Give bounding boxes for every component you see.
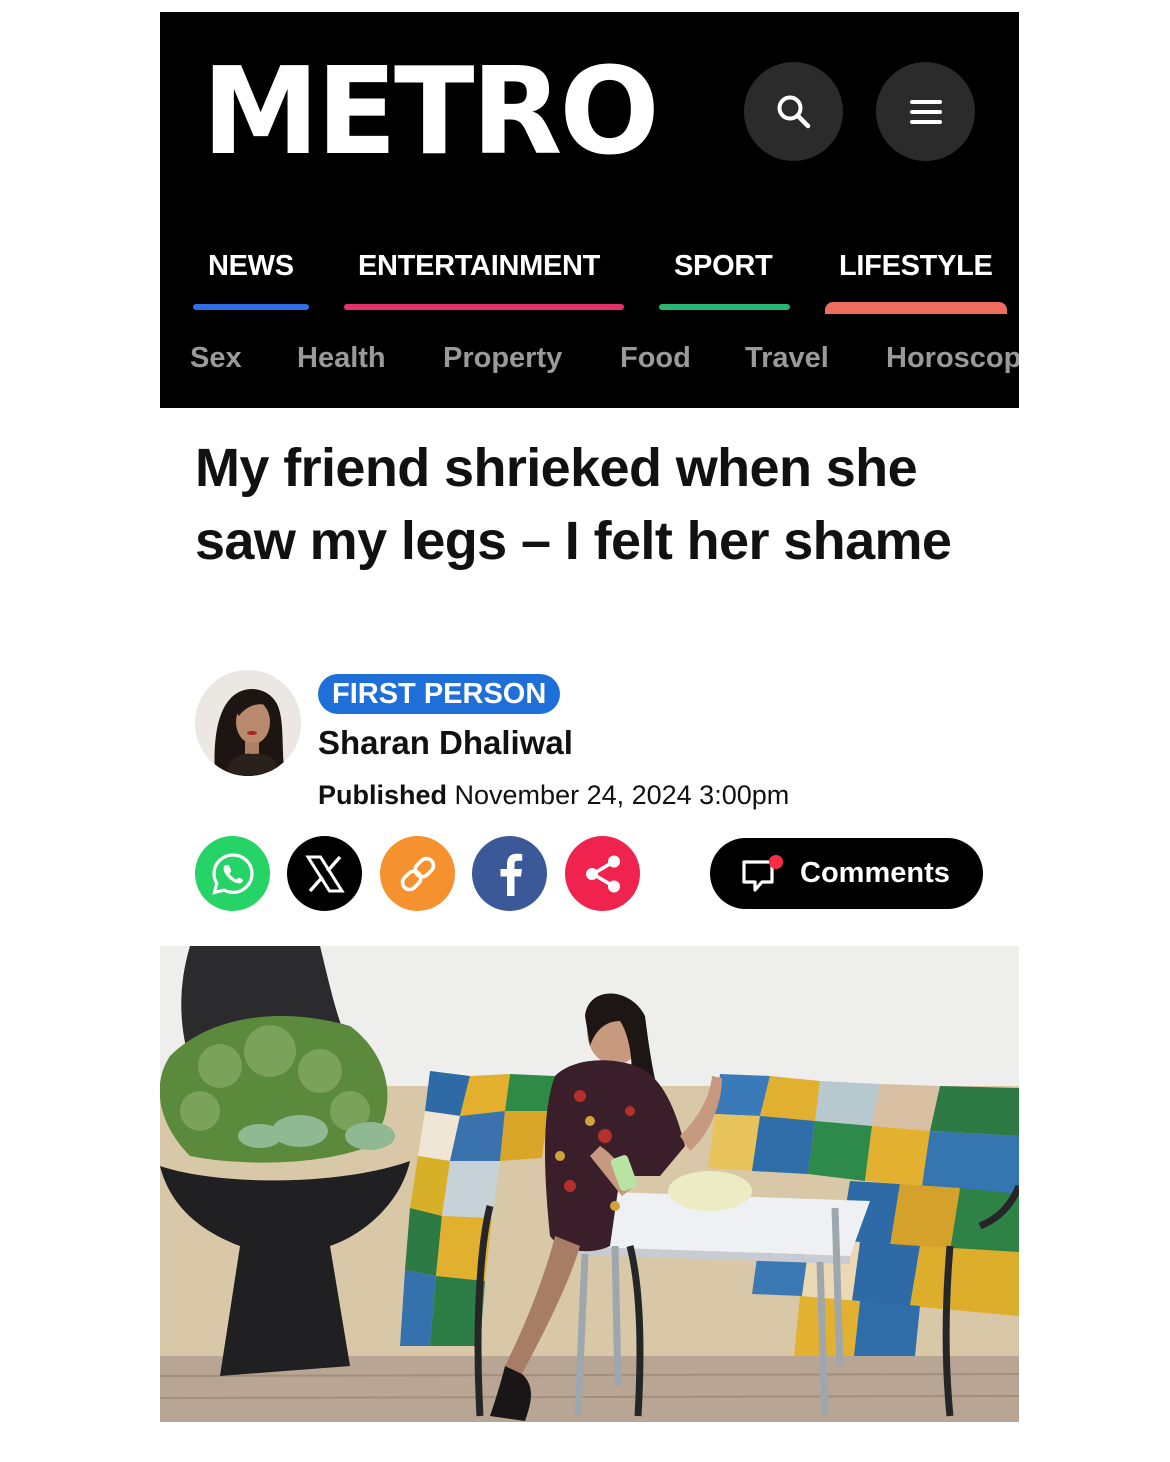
whatsapp-icon bbox=[211, 852, 254, 895]
main-navigation: NEWS ENTERTAINMENT SPORT LIFESTYLE bbox=[160, 250, 1019, 320]
metro-logo[interactable]: METRO bbox=[202, 51, 660, 171]
site-header: METRO NEWS ENTERTAINMENT SPORT LIFESTYLE bbox=[160, 12, 1019, 408]
subnav-health[interactable]: Health bbox=[297, 342, 386, 375]
subnav-food[interactable]: Food bbox=[620, 342, 691, 375]
nav-sport-underline bbox=[659, 304, 790, 310]
author-photo bbox=[195, 670, 301, 776]
nav-entertainment-underline bbox=[344, 304, 624, 310]
share-whatsapp-button[interactable] bbox=[195, 836, 270, 911]
share-facebook-button[interactable] bbox=[472, 836, 547, 911]
copy-link-button[interactable] bbox=[380, 836, 455, 911]
article-byline: FIRST PERSON Sharan Dhaliwal Published N… bbox=[195, 670, 985, 820]
comments-label: Comments bbox=[800, 857, 950, 889]
nav-news-underline bbox=[193, 304, 309, 310]
author-avatar[interactable] bbox=[195, 670, 301, 776]
nav-lifestyle[interactable]: LIFESTYLE bbox=[839, 250, 993, 283]
published-datetime: November 24, 2024 3:00pm bbox=[454, 780, 790, 810]
first-person-badge[interactable]: FIRST PERSON bbox=[318, 674, 561, 714]
menu-button[interactable] bbox=[876, 62, 975, 161]
published-date: Published November 24, 2024 3:00pm bbox=[318, 780, 789, 811]
x-icon bbox=[304, 855, 345, 892]
comment-notification-icon bbox=[742, 854, 783, 892]
lifestyle-sub-navigation: Sex Health Property Food Travel Horoscop bbox=[160, 342, 1019, 382]
nav-news[interactable]: NEWS bbox=[208, 250, 294, 283]
nav-entertainment[interactable]: ENTERTAINMENT bbox=[358, 250, 600, 283]
search-icon bbox=[777, 95, 810, 128]
author-name[interactable]: Sharan Dhaliwal bbox=[318, 724, 573, 762]
share-icon bbox=[585, 855, 620, 892]
subnav-sex[interactable]: Sex bbox=[190, 342, 242, 375]
share-toolbar: Comments bbox=[195, 836, 985, 912]
subnav-property[interactable]: Property bbox=[443, 342, 562, 375]
link-icon bbox=[400, 856, 435, 891]
hero-photo-woman-at-cafe-table bbox=[160, 946, 1019, 1422]
published-label: Published bbox=[318, 780, 448, 810]
search-button[interactable] bbox=[744, 62, 843, 161]
page-frame: METRO NEWS ENTERTAINMENT SPORT LIFESTYLE bbox=[160, 12, 1019, 1422]
article-hero-image[interactable] bbox=[160, 946, 1019, 1422]
hamburger-menu-icon bbox=[909, 99, 942, 124]
facebook-icon bbox=[500, 853, 522, 896]
share-more-button[interactable] bbox=[565, 836, 640, 911]
subnav-travel[interactable]: Travel bbox=[745, 342, 829, 375]
share-x-button[interactable] bbox=[287, 836, 362, 911]
comments-button[interactable]: Comments bbox=[710, 838, 983, 909]
nav-sport[interactable]: SPORT bbox=[674, 250, 773, 283]
nav-lifestyle-active-indicator bbox=[825, 302, 1007, 314]
subnav-horoscope[interactable]: Horoscop bbox=[886, 342, 1019, 375]
article-headline: My friend shrieked when she saw my legs … bbox=[195, 438, 952, 571]
